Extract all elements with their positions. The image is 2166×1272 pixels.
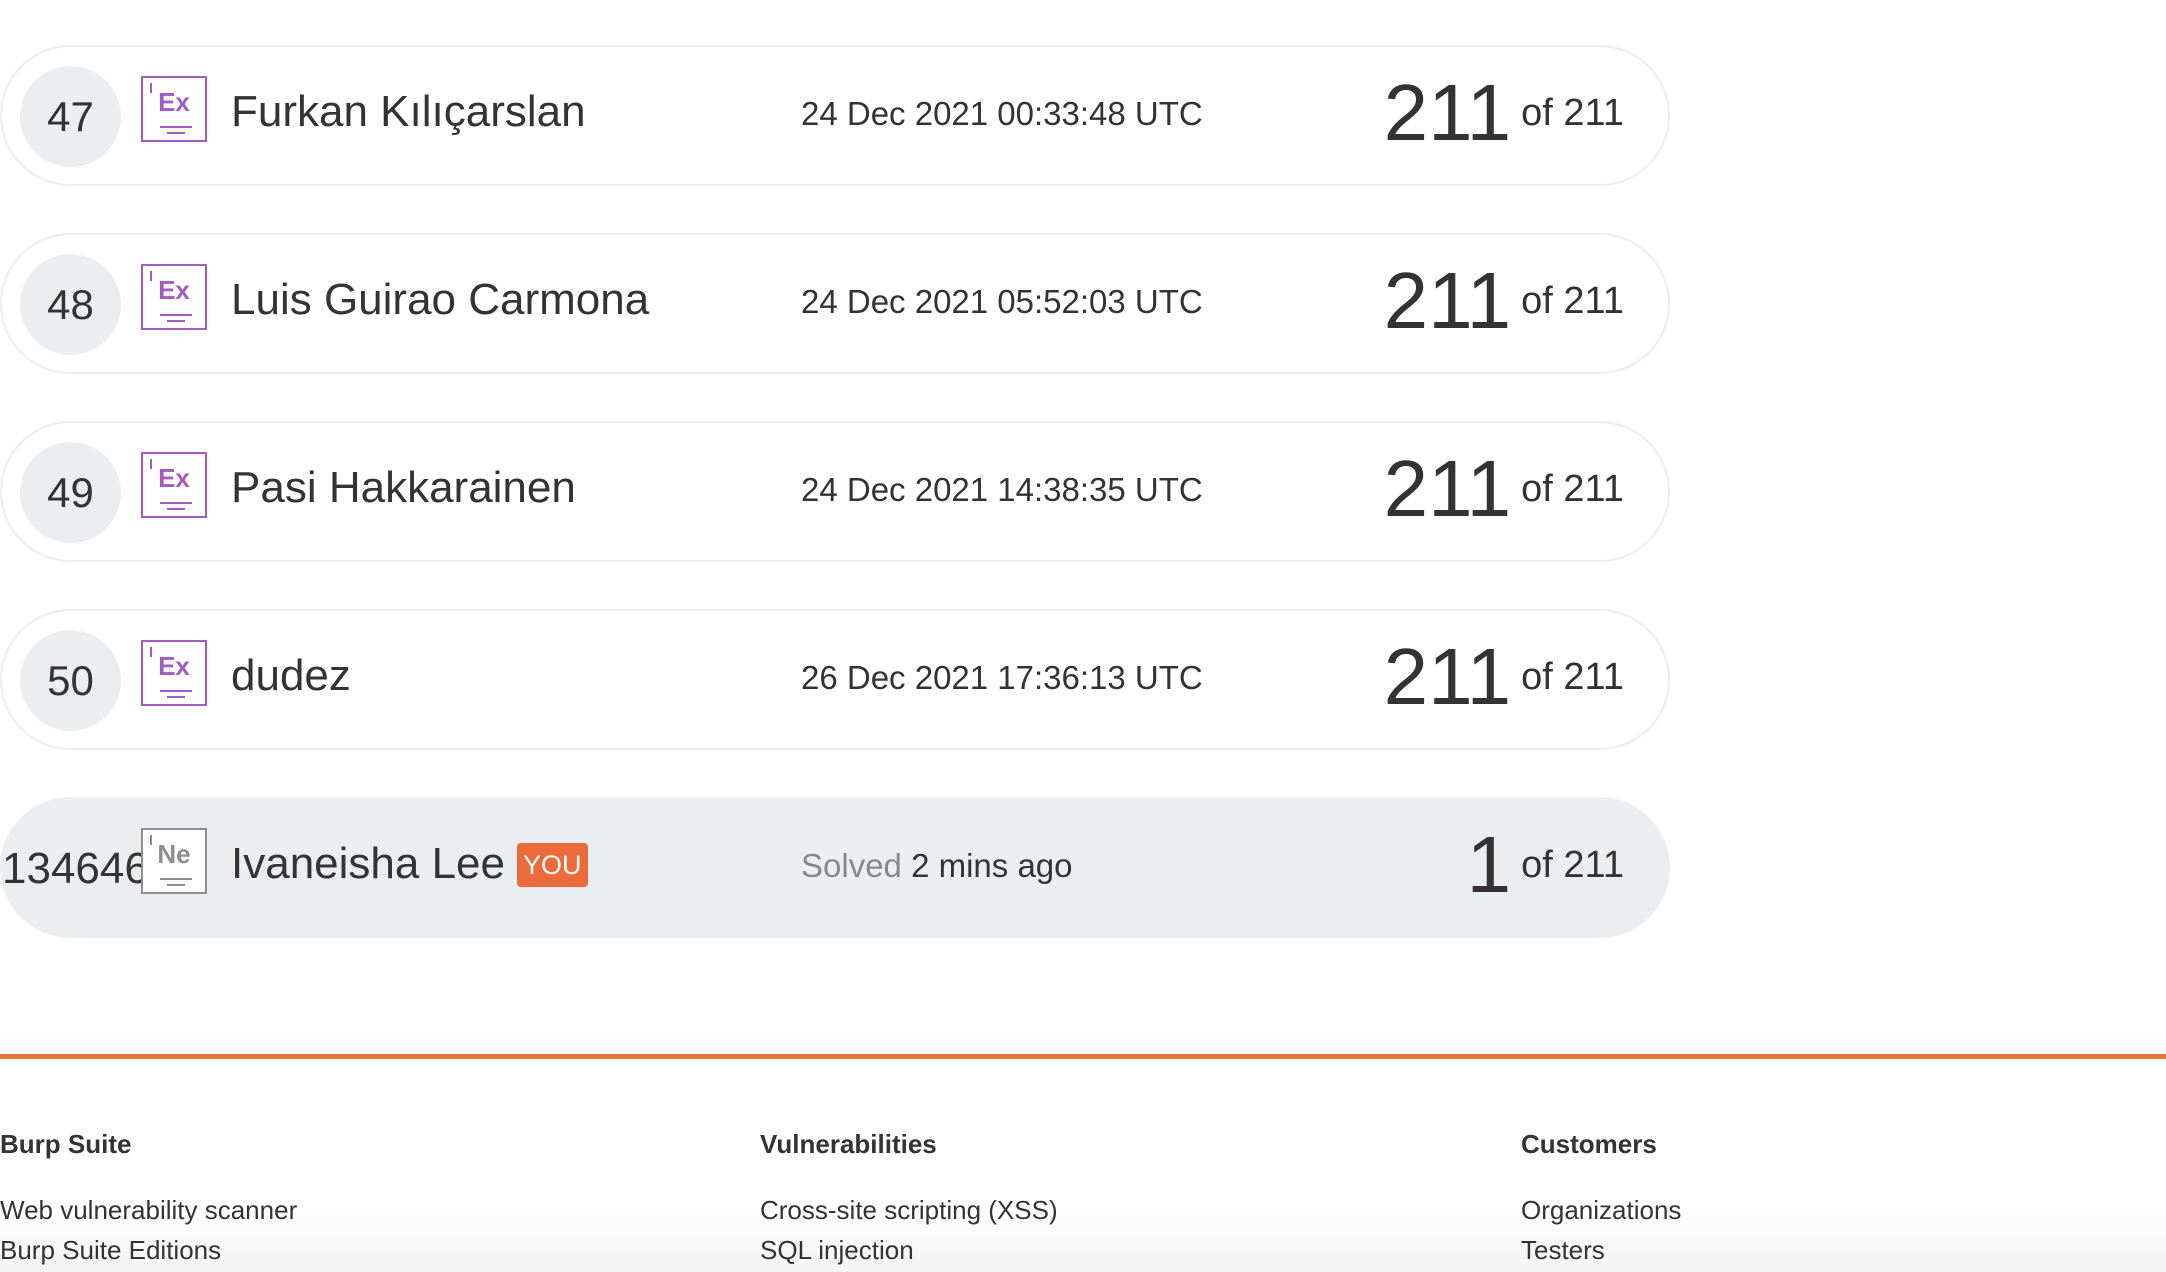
- footer-column-customers: Customers Organizations Testers: [1521, 1129, 1681, 1270]
- total-count: of 211: [1521, 91, 1624, 134]
- solved-count: 1: [1466, 820, 1512, 909]
- expert-level-icon: Ex: [141, 640, 207, 706]
- completion-date: 24 Dec 2021 00:33:48 UTC: [801, 95, 1203, 132]
- user-name-wrapper: Ivaneisha Lee YOU: [231, 839, 588, 889]
- footer-link[interactable]: Organizations: [1521, 1190, 1681, 1230]
- level-abbreviation: Ex: [158, 651, 190, 681]
- solved-prefix: Solved: [801, 847, 902, 884]
- score: 211 of 211: [1384, 631, 1624, 723]
- footer-link[interactable]: Testers: [1521, 1230, 1681, 1270]
- level-abbreviation: Ex: [158, 87, 190, 117]
- level-abbreviation: Ex: [158, 275, 190, 305]
- footer-heading: Vulnerabilities: [760, 1129, 937, 1159]
- solved-count: 211: [1383, 256, 1512, 345]
- total-count: of 211: [1521, 467, 1624, 510]
- total-count: of 211: [1521, 655, 1624, 698]
- score: 211 of 211: [1384, 67, 1624, 159]
- level-abbreviation: Ne: [157, 839, 191, 869]
- total-count: of 211: [1521, 279, 1624, 322]
- footer-heading: Customers: [1521, 1129, 1657, 1159]
- completion-date: 26 Dec 2021 17:36:13 UTC: [801, 659, 1203, 696]
- solved-when: 2 mins ago: [911, 847, 1073, 884]
- rank-number: 48: [20, 254, 121, 355]
- completion-date: 24 Dec 2021 14:38:35 UTC: [801, 471, 1203, 508]
- rank-number: 47: [20, 66, 121, 167]
- rank-number: 49: [20, 442, 121, 543]
- footer-link[interactable]: Burp Suite Editions: [0, 1230, 297, 1270]
- user-name: Pasi Hakkarainen: [231, 463, 576, 512]
- solved-count: 211: [1383, 68, 1512, 157]
- score: 211 of 211: [1384, 255, 1624, 347]
- expert-level-icon: Ex: [141, 452, 207, 518]
- completion-date: 24 Dec 2021 05:52:03 UTC: [801, 283, 1203, 320]
- solved-count: 211: [1383, 444, 1512, 533]
- solved-time: Solved 2 mins ago: [801, 847, 1073, 885]
- score: 1 of 211: [1467, 819, 1624, 911]
- footer-heading: Burp Suite: [0, 1129, 132, 1159]
- footer-link[interactable]: Web vulnerability scanner: [0, 1190, 297, 1230]
- leaderboard-row-current-user: 134646 Ne Ivaneisha Lee YOU Solved 2 mins…: [0, 797, 1670, 938]
- user-name: Furkan Kılıçarslan: [231, 87, 586, 136]
- novice-level-icon: Ne: [141, 828, 207, 894]
- level-abbreviation: Ex: [158, 463, 190, 493]
- user-name: Luis Guirao Carmona: [231, 275, 650, 324]
- footer: Burp Suite Web vulnerability scanner Bur…: [0, 1059, 2166, 1272]
- leaderboard-row: 47 Ex Furkan Kılıçarslan 24 Dec 2021 00:…: [0, 45, 1670, 186]
- score: 211 of 211: [1384, 443, 1624, 535]
- footer-link[interactable]: SQL injection: [760, 1230, 1058, 1270]
- expert-level-icon: Ex: [141, 264, 207, 330]
- leaderboard-row: 50 Ex dudez 26 Dec 2021 17:36:13 UTC 211…: [0, 609, 1670, 750]
- footer-column-burp-suite: Burp Suite Web vulnerability scanner Bur…: [0, 1129, 297, 1270]
- you-badge: YOU: [517, 843, 588, 887]
- total-count: of 211: [1521, 843, 1624, 886]
- user-name: Ivaneisha Lee: [231, 839, 505, 888]
- footer-column-vulnerabilities: Vulnerabilities Cross-site scripting (XS…: [760, 1129, 1058, 1270]
- footer-link[interactable]: Cross-site scripting (XSS): [760, 1190, 1058, 1230]
- rank-number: 134646: [2, 844, 149, 893]
- expert-level-icon: Ex: [141, 76, 207, 142]
- solved-count: 211: [1383, 632, 1512, 721]
- leaderboard-row: 49 Ex Pasi Hakkarainen 24 Dec 2021 14:38…: [0, 421, 1670, 562]
- rank-number: 50: [20, 630, 121, 731]
- user-name: dudez: [231, 651, 351, 700]
- leaderboard-row: 48 Ex Luis Guirao Carmona 24 Dec 2021 05…: [0, 233, 1670, 374]
